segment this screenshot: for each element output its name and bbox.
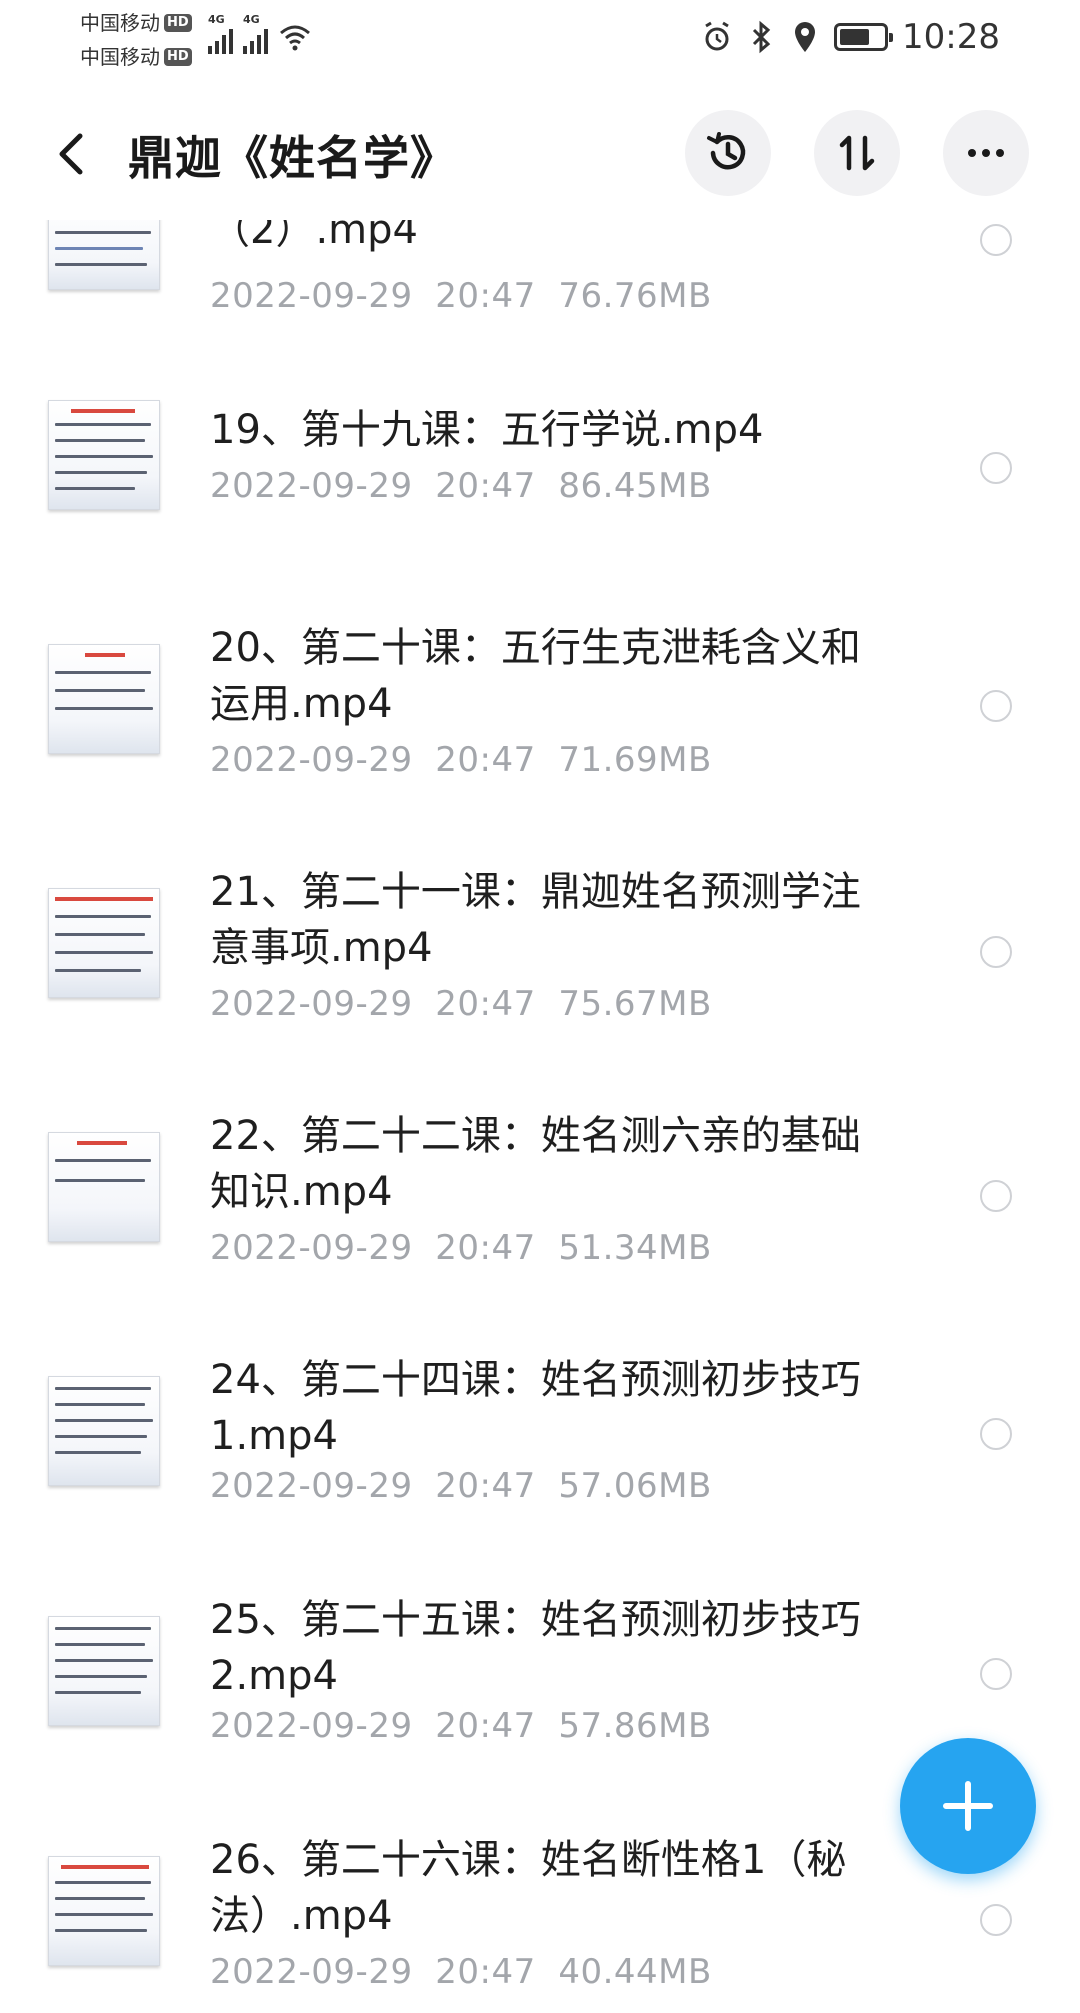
carrier-info: 中国移动 HD 中国移动 HD xyxy=(80,6,220,74)
list-item[interactable]: 22、第二十二课：姓名测六亲的基础知识.mp4 2022-09-29 20:47… xyxy=(0,1106,1080,1306)
signal-icon: 4G xyxy=(243,14,268,54)
sort-button[interactable] xyxy=(814,110,900,196)
network-type-label: 4G xyxy=(243,13,260,26)
file-time: 20:47 xyxy=(435,1466,536,1506)
file-name: 25、第二十五课：姓名预测初步技巧2.mp4 xyxy=(210,1597,861,1699)
file-size: 86.45MB xyxy=(558,466,712,506)
back-icon[interactable] xyxy=(48,128,100,180)
file-name: 19、第十九课：五行学说.mp4 xyxy=(210,407,764,453)
file-time: 20:47 xyxy=(435,466,536,506)
file-meta: 2022-09-29 20:47 75.67MB xyxy=(210,984,712,1024)
bluetooth-icon xyxy=(752,20,771,54)
file-name: （2）.mp4 xyxy=(210,220,418,253)
file-size: 57.06MB xyxy=(558,1466,712,1506)
list-item[interactable]: 21、第二十一课：鼎迦姓名预测学注意事项.mp4 2022-09-29 20:4… xyxy=(0,862,1080,1062)
select-radio[interactable] xyxy=(980,1180,1012,1212)
video-thumbnail xyxy=(48,1856,160,1966)
file-date: 2022-09-29 xyxy=(210,276,413,316)
file-meta: 2022-09-29 20:47 51.34MB xyxy=(210,1228,712,1268)
file-size: 71.69MB xyxy=(558,740,712,780)
alarm-icon xyxy=(705,21,729,51)
list-item[interactable]: 19、第十九课：五行学说.mp4 2022-09-29 20:47 86.45M… xyxy=(0,400,1080,580)
file-size: 57.86MB xyxy=(558,1706,712,1746)
file-name: 22、第二十二课：姓名测六亲的基础知识.mp4 xyxy=(210,1113,861,1215)
file-time: 20:47 xyxy=(435,1706,536,1746)
select-radio[interactable] xyxy=(980,936,1012,968)
status-bar: 中国移动 HD 中国移动 HD 4G 4G 10:28 xyxy=(0,0,1080,80)
more-button[interactable] xyxy=(943,110,1029,196)
hd-badge: HD xyxy=(164,48,192,66)
file-time: 20:47 xyxy=(435,740,536,780)
file-list: （2）.mp4 2022-09-29 20:47 76.76MB 19、第十九课… xyxy=(0,220,1080,2013)
select-radio[interactable] xyxy=(980,1904,1012,1936)
wifi-icon xyxy=(280,25,310,51)
video-thumbnail xyxy=(48,644,160,754)
list-item[interactable]: 26、第二十六课：姓名断性格1（秘法）.mp4 2022-09-29 20:47… xyxy=(0,1830,1080,2013)
file-meta: 2022-09-29 20:47 86.45MB xyxy=(210,466,712,506)
hd-badge: HD xyxy=(164,14,192,32)
select-radio[interactable] xyxy=(980,1658,1012,1690)
video-thumbnail xyxy=(48,400,160,510)
file-date: 2022-09-29 xyxy=(210,1952,413,1992)
video-thumbnail xyxy=(48,888,160,998)
signal-icon: 4G xyxy=(208,14,233,54)
select-radio[interactable] xyxy=(980,452,1012,484)
file-time: 20:47 xyxy=(435,1952,536,1992)
file-name: 20、第二十课：五行生克泄耗含义和运用.mp4 xyxy=(210,625,861,727)
video-thumbnail xyxy=(48,1616,160,1726)
file-date: 2022-09-29 xyxy=(210,984,413,1024)
file-time: 20:47 xyxy=(435,1228,536,1268)
file-meta: 2022-09-29 20:47 57.86MB xyxy=(210,1706,712,1746)
file-date: 2022-09-29 xyxy=(210,466,413,506)
select-radio[interactable] xyxy=(980,690,1012,722)
select-radio[interactable] xyxy=(980,224,1012,256)
add-button[interactable] xyxy=(900,1738,1036,1874)
file-size: 75.67MB xyxy=(558,984,712,1024)
file-meta: 2022-09-29 20:47 57.06MB xyxy=(210,1466,712,1506)
list-item[interactable]: （2）.mp4 2022-09-29 20:47 76.76MB xyxy=(0,220,1080,360)
file-name: 24、第二十四课：姓名预测初步技巧1.mp4 xyxy=(210,1357,861,1459)
file-date: 2022-09-29 xyxy=(210,1706,413,1746)
plus-icon xyxy=(943,1781,993,1831)
file-date: 2022-09-29 xyxy=(210,740,413,780)
clock: 10:28 xyxy=(902,17,1000,57)
history-icon xyxy=(707,132,746,170)
carrier-2-label: 中国移动 xyxy=(80,45,160,69)
battery-icon xyxy=(834,23,894,51)
file-size: 76.76MB xyxy=(558,276,712,316)
video-thumbnail xyxy=(48,1132,160,1242)
file-size: 40.44MB xyxy=(558,1952,712,1992)
file-meta: 2022-09-29 20:47 76.76MB xyxy=(210,276,712,316)
sort-icon xyxy=(839,135,875,171)
video-thumbnail xyxy=(48,1376,160,1486)
select-radio[interactable] xyxy=(980,1418,1012,1450)
file-time: 20:47 xyxy=(435,276,536,316)
file-time: 20:47 xyxy=(435,984,536,1024)
network-icons: 4G 4G xyxy=(208,14,312,54)
app-header: 鼎迦《姓名学》 xyxy=(0,100,1080,210)
location-icon xyxy=(795,22,816,52)
list-item[interactable]: 20、第二十课：五行生克泄耗含义和运用.mp4 2022-09-29 20:47… xyxy=(0,618,1080,818)
file-name: 21、第二十一课：鼎迦姓名预测学注意事项.mp4 xyxy=(210,869,861,971)
video-thumbnail xyxy=(48,220,160,290)
history-button[interactable] xyxy=(685,110,771,196)
file-meta: 2022-09-29 20:47 71.69MB xyxy=(210,740,712,780)
page-title: 鼎迦《姓名学》 xyxy=(128,131,457,185)
file-meta: 2022-09-29 20:47 40.44MB xyxy=(210,1952,712,1992)
file-name: 26、第二十六课：姓名断性格1（秘法）.mp4 xyxy=(210,1837,847,1939)
file-size: 51.34MB xyxy=(558,1228,712,1268)
file-date: 2022-09-29 xyxy=(210,1228,413,1268)
network-type-label: 4G xyxy=(208,13,225,26)
carrier-1-label: 中国移动 xyxy=(80,11,160,35)
status-right: 10:28 xyxy=(702,10,1000,64)
file-date: 2022-09-29 xyxy=(210,1466,413,1506)
list-item[interactable]: 24、第二十四课：姓名预测初步技巧1.mp4 2022-09-29 20:47 … xyxy=(0,1350,1080,1550)
more-icon xyxy=(968,149,1004,157)
